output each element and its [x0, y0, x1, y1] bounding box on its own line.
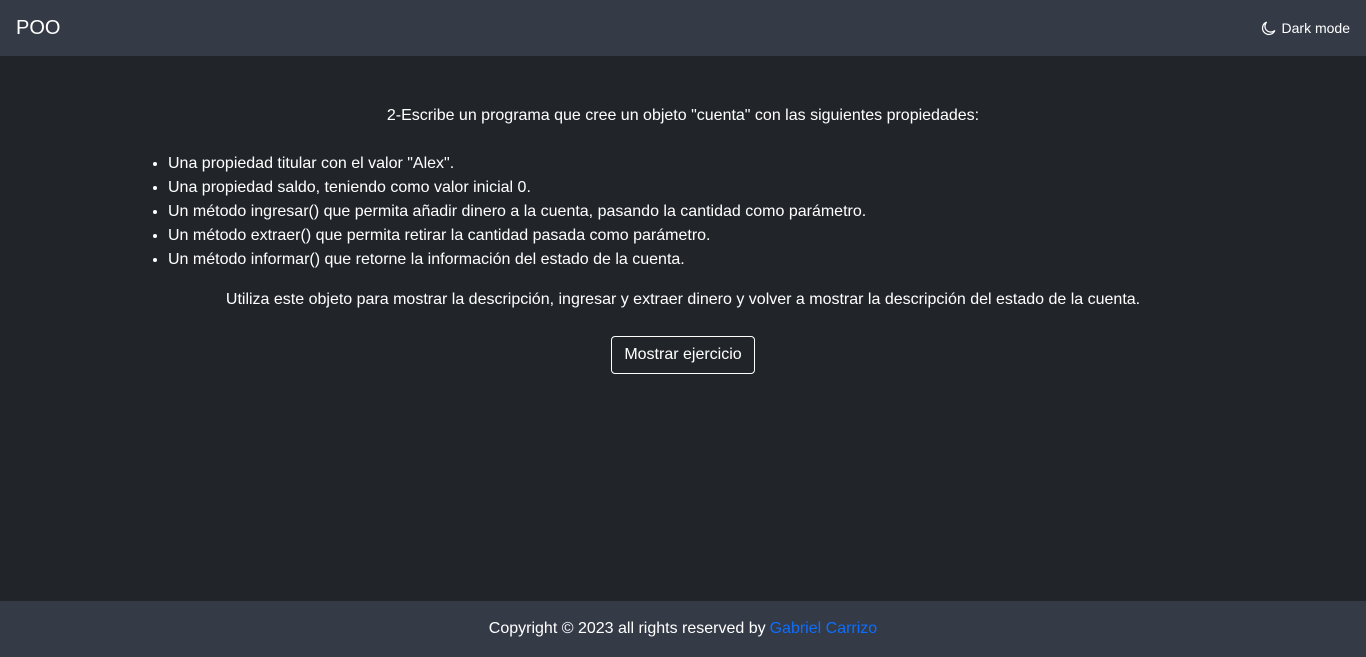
list-item: Un método ingresar() que permita añadir …: [168, 200, 866, 224]
requirements-list: Una propiedad titular con el valor "Alex…: [128, 152, 866, 272]
navbar: POO Dark mode: [0, 0, 1366, 56]
main-content: 2-Escribe un programa que cree un objeto…: [0, 56, 1366, 601]
author-link[interactable]: Gabriel Carrizo: [770, 620, 878, 638]
footer: Copyright © 2023 all rights reserved by …: [0, 601, 1366, 657]
exercise-outro: Utiliza este objeto para mostrar la desc…: [225, 291, 1141, 308]
list-item: Un método informar() que retorne la info…: [168, 248, 866, 272]
moon-icon: [1261, 21, 1276, 36]
list-item: Un método extraer() que permita retirar …: [168, 224, 866, 248]
list-item: Una propiedad titular con el valor "Alex…: [168, 152, 866, 176]
list-item: Una propiedad saldo, teniendo como valor…: [168, 176, 866, 200]
copyright-text: Copyright © 2023 all rights reserved by: [488, 620, 766, 637]
dark-mode-toggle[interactable]: Dark mode: [1261, 20, 1350, 36]
show-exercise-button[interactable]: Mostrar ejercicio: [611, 336, 755, 374]
exercise-intro: 2-Escribe un programa que cree un objeto…: [386, 107, 980, 124]
dark-mode-label: Dark mode: [1281, 20, 1350, 36]
brand-link[interactable]: POO: [16, 17, 60, 40]
